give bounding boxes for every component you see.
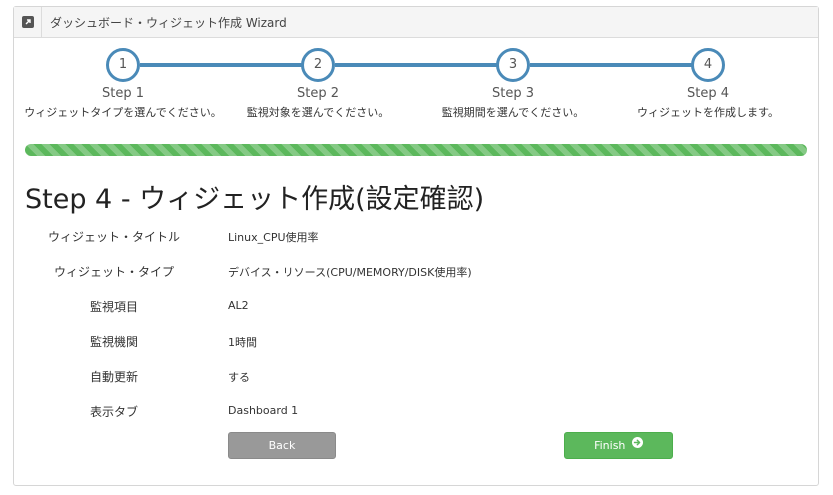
step-description-4: ウィジェットを作成します。 [637,106,779,119]
field-value-auto-refresh: する [228,371,250,384]
step-name-3: Step 3 [491,86,534,101]
back-button[interactable]: Back [228,432,336,459]
field-label-monitor-item: 監視項目 [89,300,138,314]
header-divider [41,7,42,37]
field-value-monitor-item: AL2 [228,299,249,312]
external-link-icon [22,16,34,28]
step-circle-1[interactable]: 1 [106,48,140,82]
field-label-monitor-period: 監視機関 [89,335,138,349]
finish-button[interactable]: Finish [564,432,673,459]
step-description-1: ウィジェットタイプを選んでください。 [24,106,222,119]
progress-fill [25,144,807,156]
page-title: Step 4 - ウィジェット作成(設定確認) [25,184,485,215]
panel-header: ダッシュボード・ウィジェット作成 Wizard [14,7,818,38]
arrow-circle-right-icon [631,432,643,458]
finish-button-label: Finish [594,439,626,452]
field-label-widget-title: ウィジェット・タイトル [47,230,180,244]
step-name-4: Step 4 [686,86,729,101]
field-value-widget-title: Linux_CPU使用率 [228,231,319,244]
field-value-widget-type: デバイス・リソース(CPU/MEMORY/DISK使用率) [228,266,472,279]
field-label-auto-refresh: 自動更新 [89,370,138,384]
field-value-monitor-period: 1時間 [228,336,257,349]
step-description-2: 監視対象を選んでください。 [246,106,390,119]
step-circle-4[interactable]: 4 [691,48,725,82]
step-name-1: Step 1 [101,86,144,101]
field-label-display-tab: 表示タブ [89,405,138,419]
step-connector-1-2 [140,63,303,67]
step-description-3: 監視期間を選んでください。 [441,106,585,119]
field-label-widget-type: ウィジェット・タイプ [53,265,174,279]
step-name-2: Step 2 [296,86,339,101]
step-circle-3[interactable]: 3 [496,48,530,82]
back-button-label: Back [268,439,296,452]
panel-title: ダッシュボード・ウィジェット作成 Wizard [50,16,287,30]
step-connector-3-4 [530,63,694,67]
field-value-display-tab: Dashboard 1 [228,404,299,417]
step-circle-2[interactable]: 2 [301,48,335,82]
wizard-progress-bar [25,144,807,156]
step-connector-2-3 [335,63,498,67]
